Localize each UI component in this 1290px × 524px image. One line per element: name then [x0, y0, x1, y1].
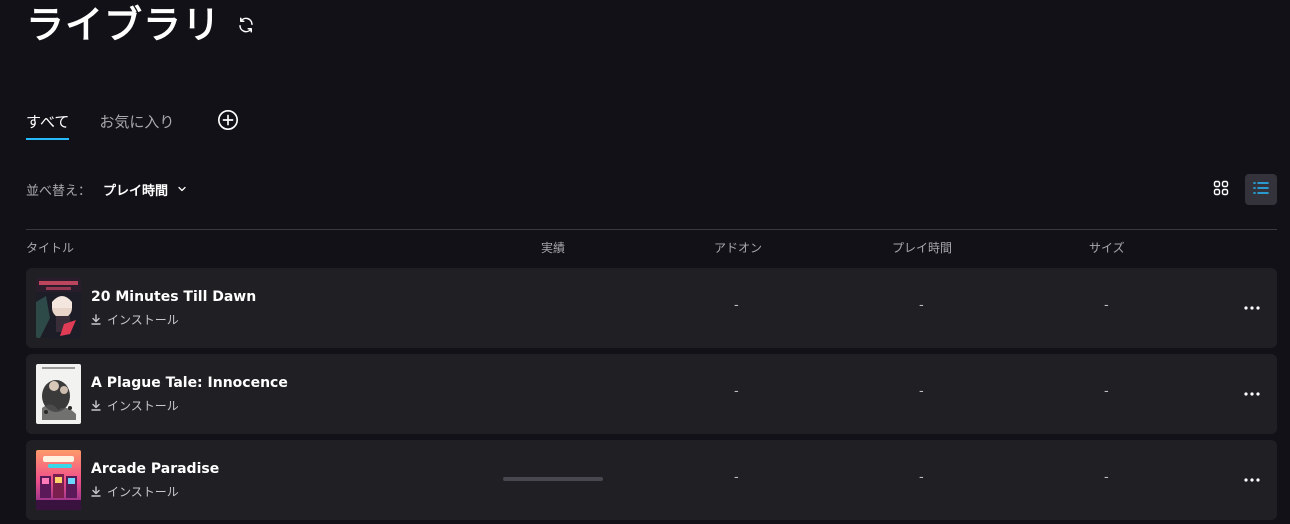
sort-value: プレイ時間 — [103, 183, 169, 199]
column-header-addons[interactable]: アドオン — [714, 240, 762, 256]
chevron-down-icon — [176, 183, 188, 195]
library-page: ライブラリ すべて お気に入り 並べ替え： プレイ時間 タイトル 実績 アドオン… — [0, 0, 1290, 524]
sort-label: 並べ替え： — [26, 183, 92, 199]
download-icon — [91, 486, 101, 497]
column-header-achievements[interactable]: 実績 — [541, 240, 565, 256]
grid-view-button[interactable] — [1205, 174, 1236, 205]
download-icon — [91, 400, 101, 411]
install-button[interactable]: インストール — [91, 483, 179, 500]
install-label: インストール — [107, 485, 179, 499]
install-label: インストール — [107, 313, 179, 327]
size-value: - — [1104, 384, 1109, 399]
install-button[interactable]: インストール — [91, 311, 179, 328]
install-button[interactable]: インストール — [91, 397, 179, 414]
column-header-title[interactable]: タイトル — [26, 240, 74, 256]
game-row[interactable]: A Plague Tale: Innocence インストール - - - — [26, 354, 1277, 434]
page-title: ライブラリ — [26, 3, 222, 47]
grid-view-icon — [1213, 180, 1229, 200]
game-title: Arcade Paradise — [91, 461, 220, 477]
game-cover-20-minutes-till-dawn — [36, 278, 81, 338]
sort-dropdown[interactable]: プレイ時間 — [103, 180, 188, 199]
tab-all[interactable]: すべて — [26, 104, 70, 140]
refresh-icon[interactable] — [235, 14, 257, 36]
column-header-playtime[interactable]: プレイ時間 — [892, 240, 952, 256]
install-label: インストール — [107, 399, 179, 413]
title-row: ライブラリ — [26, 0, 257, 50]
more-options-icon[interactable] — [1242, 384, 1262, 404]
sort-row: 並べ替え： プレイ時間 — [26, 178, 188, 200]
playtime-value: - — [919, 470, 924, 485]
header-divider — [26, 229, 1277, 230]
game-title: 20 Minutes Till Dawn — [91, 289, 257, 305]
achievement-progress-bar — [503, 477, 603, 481]
list-view-button[interactable] — [1245, 174, 1277, 205]
addons-value: - — [734, 470, 739, 485]
column-header-size[interactable]: サイズ — [1089, 240, 1125, 256]
collection-tabs: すべて お気に入り — [26, 104, 240, 140]
size-value: - — [1104, 470, 1109, 485]
more-options-icon[interactable] — [1242, 298, 1262, 318]
tab-favorites[interactable]: お気に入り — [99, 104, 174, 140]
playtime-value: - — [919, 298, 924, 313]
game-cover-arcade-paradise — [36, 450, 81, 510]
list-view-icon — [1252, 180, 1270, 200]
addons-value: - — [734, 384, 739, 399]
plus-circle-icon[interactable] — [216, 108, 240, 132]
playtime-value: - — [919, 384, 924, 399]
game-row[interactable]: Arcade Paradise インストール - - - — [26, 440, 1277, 520]
game-row[interactable]: 20 Minutes Till Dawn インストール - - - — [26, 268, 1277, 348]
addons-value: - — [734, 298, 739, 313]
download-icon — [91, 314, 101, 325]
game-title: A Plague Tale: Innocence — [91, 375, 288, 391]
more-options-icon[interactable] — [1242, 470, 1262, 490]
size-value: - — [1104, 298, 1109, 313]
game-cover-a-plague-tale-innocence — [36, 364, 81, 424]
